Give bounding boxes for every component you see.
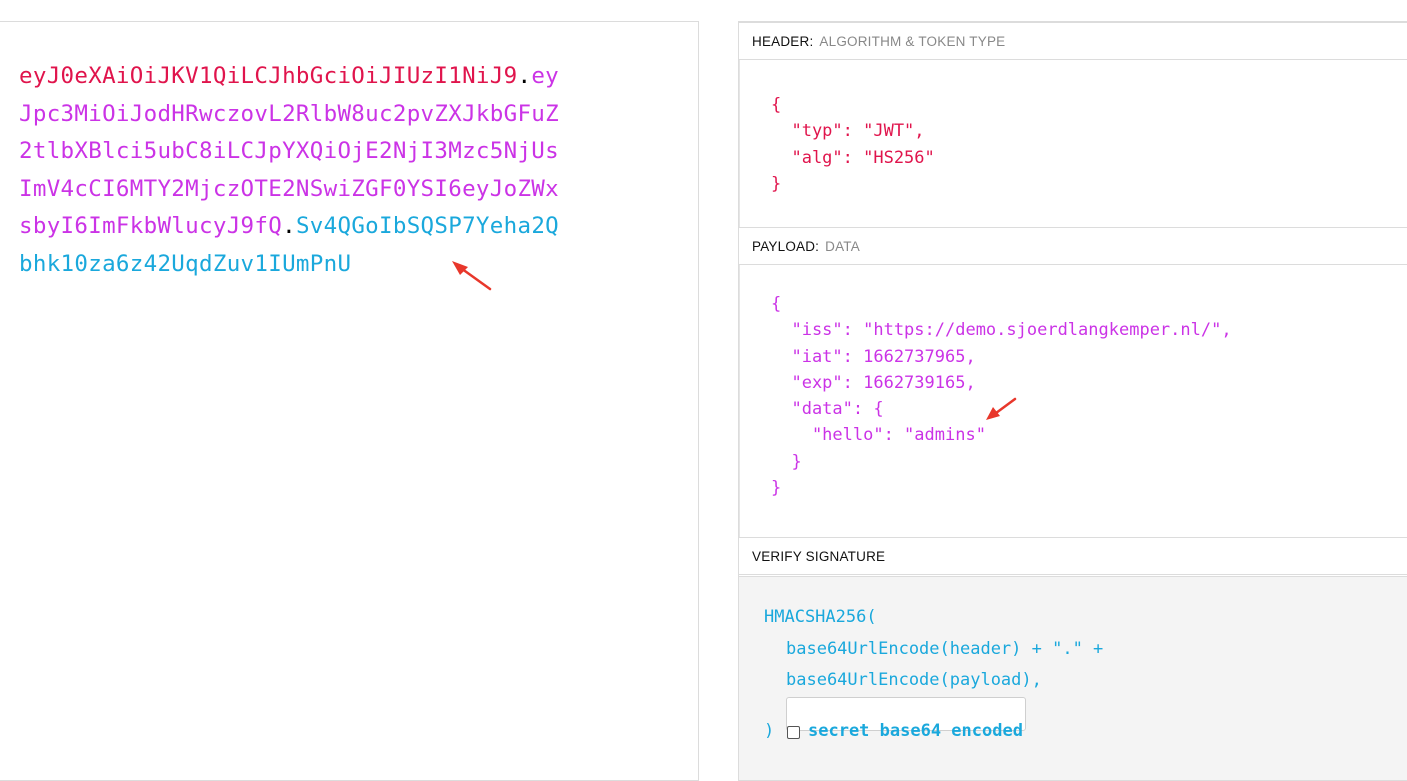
signature-fn-open: HMACSHA256( xyxy=(764,607,877,627)
encoded-token-payload-segment: ImV4cCI6MTY2MjczOTE2NSwiZGF0YSI6eyJoZWx xyxy=(19,175,559,202)
header-section-title: HEADER: ALGORITHM & TOKEN TYPE xyxy=(739,22,1407,60)
encoded-token-payload-segment: Jpc3MiOiJodHRwczovL2RlbW8uc2pvZXJkbGFuZ xyxy=(19,100,559,127)
encoded-token-payload-segment: 2tlbXBlci5ubC8iLCJpYXQiOjE2NjI3Mzc5NjUs xyxy=(19,138,559,164)
encoded-token-line: eyJ0eXAiOiJKV1QiLCJhbGciOiJIUzI1NiJ9.ey xyxy=(19,58,619,96)
payload-section-title: PAYLOAD: DATA xyxy=(739,227,1407,265)
header-json-editor[interactable]: { "typ": "JWT", "alg": "HS256"} xyxy=(739,60,1407,227)
signature-section-label: VERIFY SIGNATURE xyxy=(752,548,886,564)
payload-json-line: } xyxy=(771,451,802,472)
encoded-token-line: 2tlbXBlci5ubC8iLCJpYXQiOjE2NjI3Mzc5NjUs xyxy=(19,133,619,171)
encoded-token-dot-segment: . xyxy=(517,63,532,89)
payload-section-label: PAYLOAD: xyxy=(752,238,820,254)
payload-json-line: "hello": "admins" xyxy=(771,425,986,446)
encoded-token-header-segment: eyJ0eXAiOiJKV1QiLCJhbGciOiJIUzI1NiJ9 xyxy=(19,63,518,89)
payload-json-line: "exp": 1662739165, xyxy=(771,372,976,393)
payload-json-line: { xyxy=(771,294,782,314)
encoded-token-sig-segment: bhk10za6z42UqdZuv1IUmPnU xyxy=(19,250,352,277)
header-json-line: "typ": "JWT", xyxy=(771,121,925,142)
signature-section-title: VERIFY SIGNATURE xyxy=(739,537,1407,575)
signature-body: HMACSHA256( base64UrlEncode(header) + ".… xyxy=(739,576,1407,780)
signature-payload-line: base64UrlEncode(payload), xyxy=(786,670,1042,690)
encoded-token-payload-segment: sbyI6ImFkbWlucyJ9fQ xyxy=(19,213,283,239)
secret-base64-label[interactable]: secret base64 encoded xyxy=(808,721,1023,741)
header-section-label: HEADER: xyxy=(752,33,814,49)
secret-base64-checkbox[interactable] xyxy=(787,726,800,739)
header-json[interactable]: { "typ": "JWT", "alg": "HS256"} xyxy=(771,92,935,197)
encoded-token-line: bhk10za6z42UqdZuv1IUmPnU xyxy=(19,246,619,284)
payload-json-line: } xyxy=(771,478,782,499)
payload-json-editor[interactable]: { "iss": "https://demo.sjoerdlangkemper.… xyxy=(739,265,1407,537)
header-json-line: } xyxy=(771,173,782,194)
header-json-line: "alg": "HS256" xyxy=(771,147,935,168)
annotation-arrow-icon xyxy=(986,397,1017,420)
encoded-token-payload-segment: ey xyxy=(531,63,560,89)
payload-json-line: "iat": 1662737965, xyxy=(771,346,976,367)
encoded-token-textarea[interactable]: eyJ0eXAiOiJKV1QiLCJhbGciOiJIUzI1NiJ9.ey J… xyxy=(19,58,619,283)
signature-fn-close: ) xyxy=(764,721,775,741)
payload-json-line: "iss": "https://demo.sjoerdlangkemper.nl… xyxy=(771,320,1232,341)
annotation-arrow-icon xyxy=(452,261,492,291)
payload-section-sublabel: DATA xyxy=(825,238,860,254)
header-section-sublabel: ALGORITHM & TOKEN TYPE xyxy=(819,33,1006,49)
encoded-token-panel[interactable]: eyJ0eXAiOiJKV1QiLCJhbGciOiJIUzI1NiJ9.ey J… xyxy=(0,21,699,781)
encoded-token-sig-segment: Sv4QGoIbSQSP7Yeha2Q xyxy=(295,213,560,239)
encoded-token-dot-segment: . xyxy=(282,213,296,239)
encoded-token-line: Jpc3MiOiJodHRwczovL2RlbW8uc2pvZXJkbGFuZ xyxy=(19,96,619,134)
decoded-panel: HEADER: ALGORITHM & TOKEN TYPE { "typ": … xyxy=(738,21,1407,781)
encoded-token-line: ImV4cCI6MTY2MjczOTE2NSwiZGF0YSI6eyJoZWx xyxy=(19,171,619,209)
encoded-token-line: sbyI6ImFkbWlucyJ9fQ.Sv4QGoIbSQSP7Yeha2Q xyxy=(19,208,619,246)
signature-header-line: base64UrlEncode(header) + "." + xyxy=(786,639,1104,659)
header-json-line: { xyxy=(771,95,782,115)
